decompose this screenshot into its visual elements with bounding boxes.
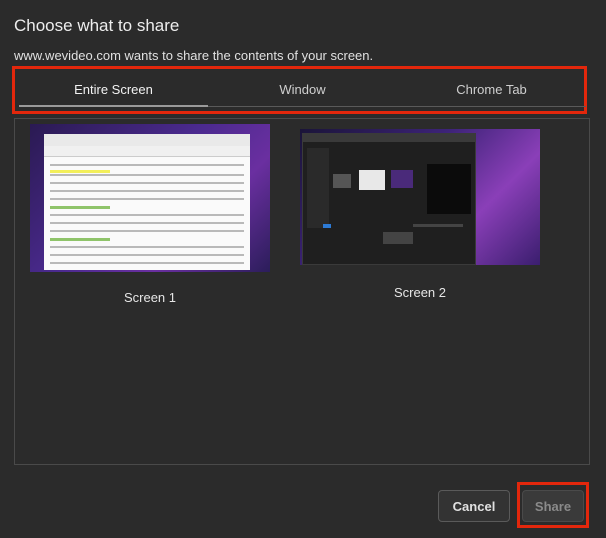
screen-option-1[interactable]: Screen 1 bbox=[30, 124, 270, 305]
dialog-subtitle: www.wevideo.com wants to share the conte… bbox=[14, 48, 374, 63]
screen-1-thumbnail bbox=[30, 124, 270, 272]
tab-bar: Entire Screen Window Chrome Tab bbox=[19, 72, 586, 107]
screen-list-panel: Screen 1 Screen 2 bbox=[14, 118, 590, 465]
tab-chrome-tab[interactable]: Chrome Tab bbox=[397, 72, 586, 106]
dialog-title: Choose what to share bbox=[14, 16, 180, 35]
editor-window-thumb bbox=[302, 133, 476, 265]
share-button[interactable]: Share bbox=[522, 490, 584, 522]
screen-option-2[interactable]: Screen 2 bbox=[300, 129, 540, 304]
cancel-button[interactable]: Cancel bbox=[438, 490, 510, 522]
screen-2-thumbnail bbox=[300, 129, 540, 265]
tab-entire-screen[interactable]: Entire Screen bbox=[19, 72, 208, 107]
tab-window[interactable]: Window bbox=[208, 72, 397, 106]
screen-1-label: Screen 1 bbox=[123, 290, 177, 305]
screen-2-label: Screen 2 bbox=[393, 285, 447, 300]
spreadsheet-window-thumb bbox=[44, 134, 250, 270]
